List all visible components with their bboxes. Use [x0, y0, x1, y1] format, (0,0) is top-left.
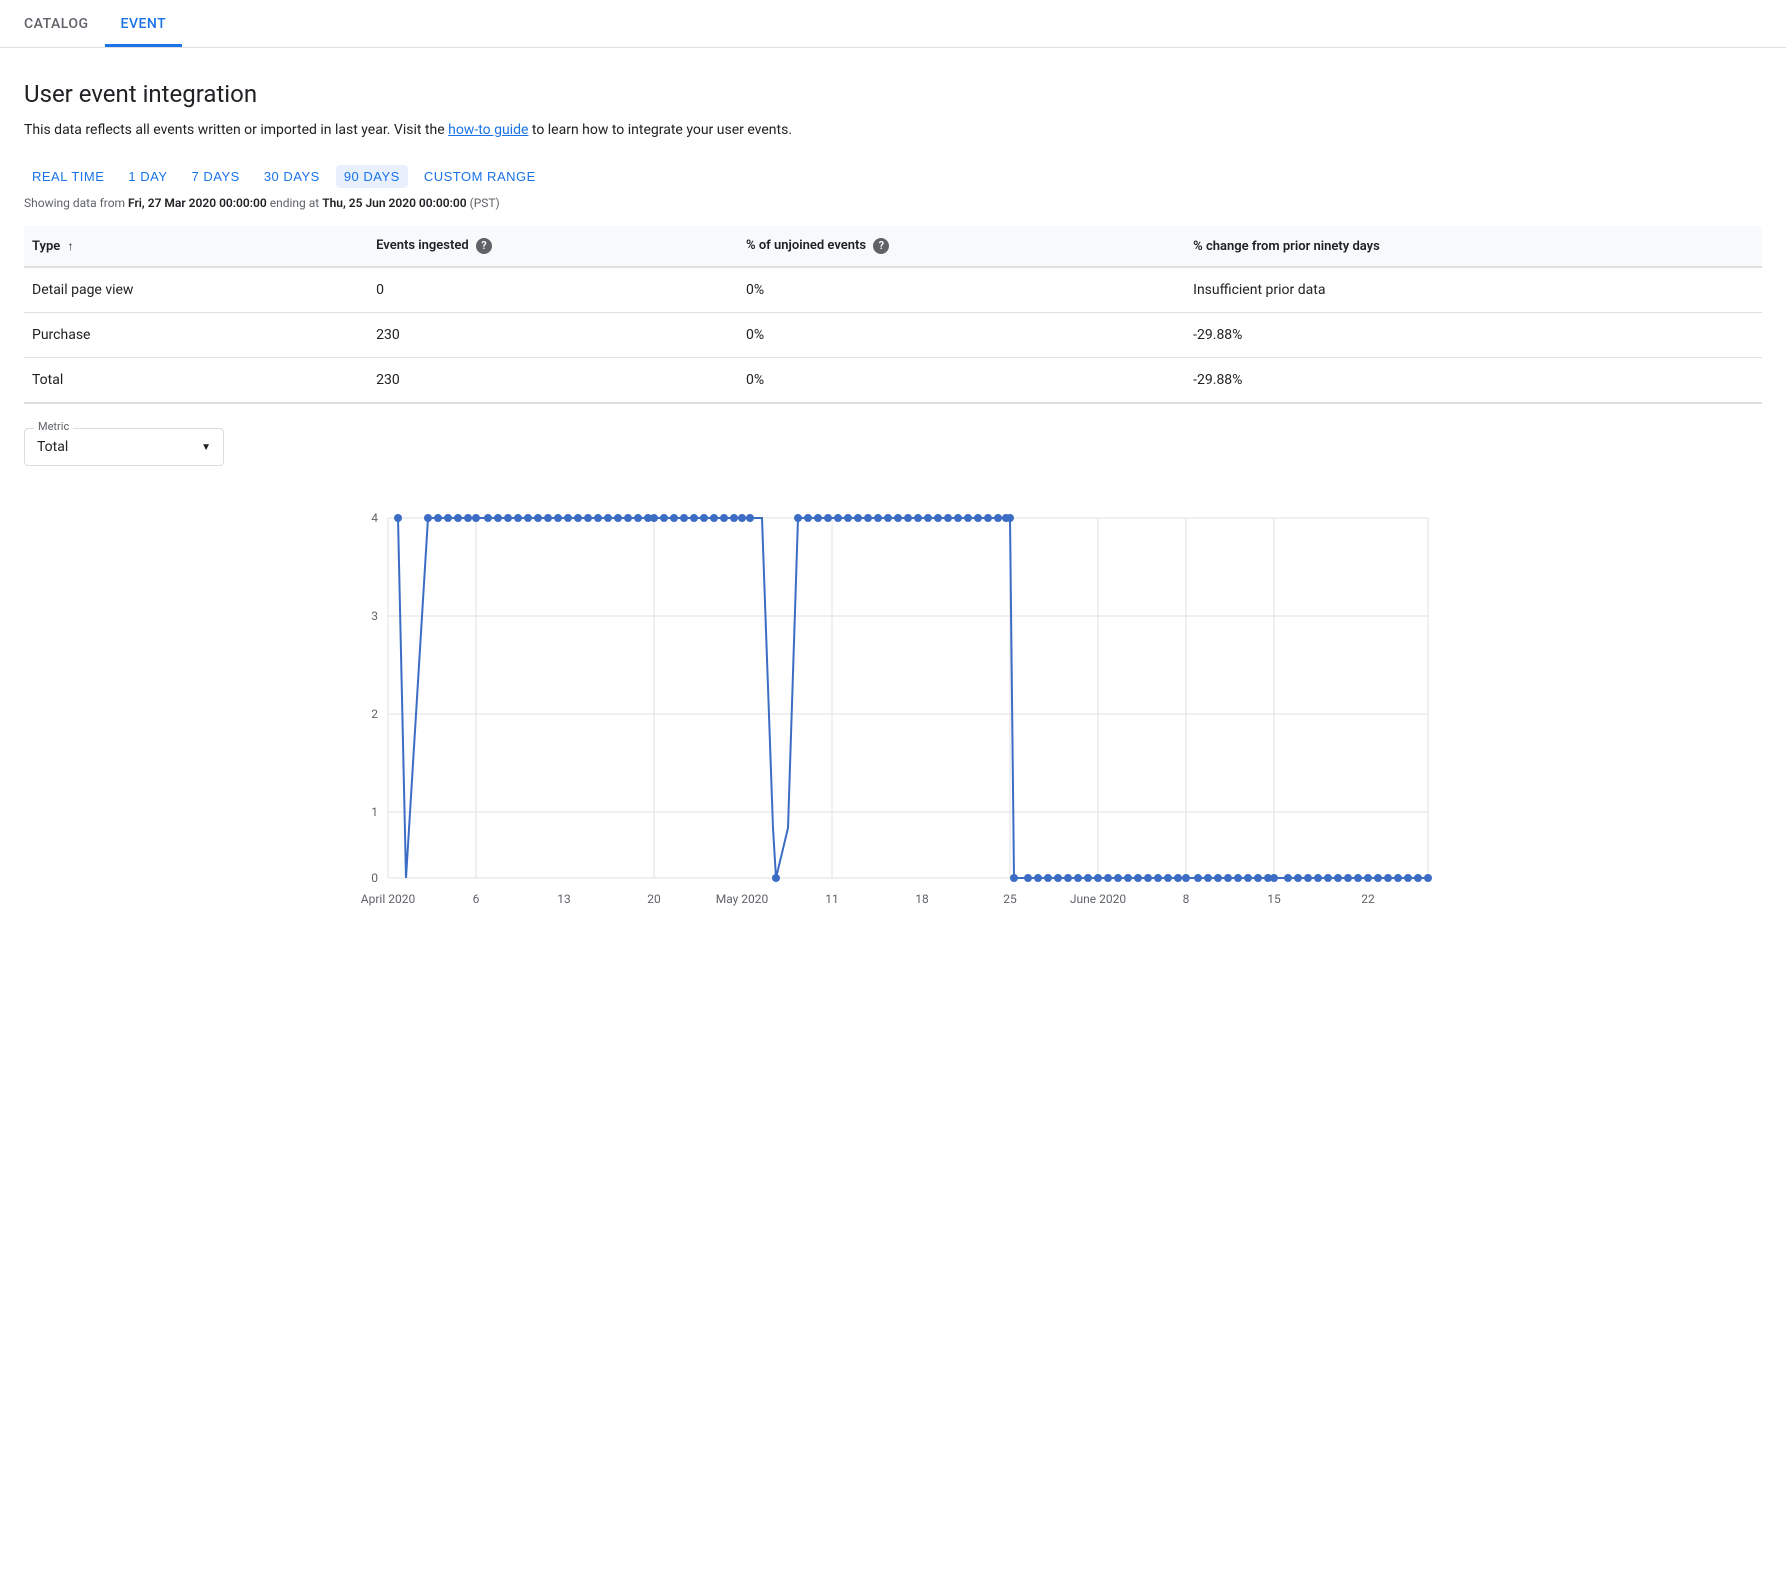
svg-text:22: 22 [1361, 892, 1375, 906]
chevron-down-icon: ▼ [201, 442, 211, 453]
description-text-before: This data reflects all events written or… [24, 122, 448, 138]
cell-type-2: Total [24, 358, 376, 404]
how-to-guide-link[interactable]: how-to guide [448, 122, 528, 138]
cell-events-0: 0 [376, 267, 746, 313]
page-title: User event integration [24, 80, 1762, 108]
svg-text:18: 18 [915, 892, 929, 906]
metric-value: Total [37, 439, 68, 455]
page-description: This data reflects all events written or… [24, 120, 1762, 141]
svg-text:May 2020: May 2020 [716, 892, 769, 906]
date-range-info: Showing data from Fri, 27 Mar 2020 00:00… [24, 196, 1762, 210]
svg-text:25: 25 [1003, 892, 1017, 906]
cell-change-2: -29.88% [1193, 358, 1762, 404]
col-header-unjoined: % of unjoined events ? [746, 226, 1193, 267]
chart-container: 4 3 2 1 0 April 2020 6 13 20 May 2020 11… [24, 498, 1762, 918]
svg-text:3: 3 [371, 609, 378, 623]
line-chart: 4 3 2 1 0 April 2020 6 13 20 May 2020 11… [24, 498, 1762, 918]
main-content: User event integration This data reflect… [0, 48, 1786, 942]
help-icon-unjoined[interactable]: ? [873, 238, 889, 254]
svg-text:June 2020: June 2020 [1070, 892, 1126, 906]
svg-text:8: 8 [1183, 892, 1190, 906]
table-row: Purchase 230 0% -29.88% [24, 313, 1762, 358]
cell-unjoined-2: 0% [746, 358, 1193, 404]
svg-text:13: 13 [557, 892, 571, 906]
svg-text:11: 11 [825, 892, 839, 906]
svg-text:6: 6 [473, 892, 480, 906]
cell-type-1: Purchase [24, 313, 376, 358]
cell-change-1: -29.88% [1193, 313, 1762, 358]
cell-events-2: 230 [376, 358, 746, 404]
time-btn-90days[interactable]: 90 DAYS [336, 165, 408, 188]
svg-text:0: 0 [371, 871, 378, 885]
description-text-after: to learn how to integrate your user even… [528, 122, 792, 138]
svg-text:15: 15 [1267, 892, 1281, 906]
help-icon-events[interactable]: ? [476, 238, 492, 254]
top-nav: CATALOG EVENT [0, 0, 1786, 48]
metric-container: Metric Total ▼ [24, 428, 1762, 466]
table-row: Total 230 0% -29.88% [24, 358, 1762, 404]
sort-arrow-type[interactable]: ↑ [68, 239, 74, 253]
svg-text:April 2020: April 2020 [361, 892, 416, 906]
tab-event[interactable]: EVENT [105, 16, 183, 47]
col-header-type: Type ↑ [24, 226, 376, 267]
cell-type-0: Detail page view [24, 267, 376, 313]
svg-text:20: 20 [647, 892, 661, 906]
time-btn-1day[interactable]: 1 DAY [120, 165, 175, 188]
tab-catalog[interactable]: CATALOG [24, 16, 105, 47]
events-table: Type ↑ Events ingested ? % of unjoined e… [24, 226, 1762, 404]
cell-change-0: Insufficient prior data [1193, 267, 1762, 313]
time-btn-custom[interactable]: CUSTOM RANGE [416, 165, 544, 188]
col-header-change: % change from prior ninety days [1193, 226, 1762, 267]
table-row: Detail page view 0 0% Insufficient prior… [24, 267, 1762, 313]
cell-events-1: 230 [376, 313, 746, 358]
time-btn-realtime[interactable]: REAL TIME [24, 165, 112, 188]
cell-unjoined-1: 0% [746, 313, 1193, 358]
col-header-events: Events ingested ? [376, 226, 746, 267]
time-filters: REAL TIME 1 DAY 7 DAYS 30 DAYS 90 DAYS C… [24, 165, 1762, 188]
metric-select[interactable]: Total ▼ [24, 428, 224, 466]
svg-text:1: 1 [371, 805, 378, 819]
cell-unjoined-0: 0% [746, 267, 1193, 313]
metric-label: Metric [34, 420, 73, 433]
time-btn-7days[interactable]: 7 DAYS [184, 165, 248, 188]
svg-text:4: 4 [371, 511, 378, 525]
time-btn-30days[interactable]: 30 DAYS [256, 165, 328, 188]
svg-text:2: 2 [371, 707, 378, 721]
